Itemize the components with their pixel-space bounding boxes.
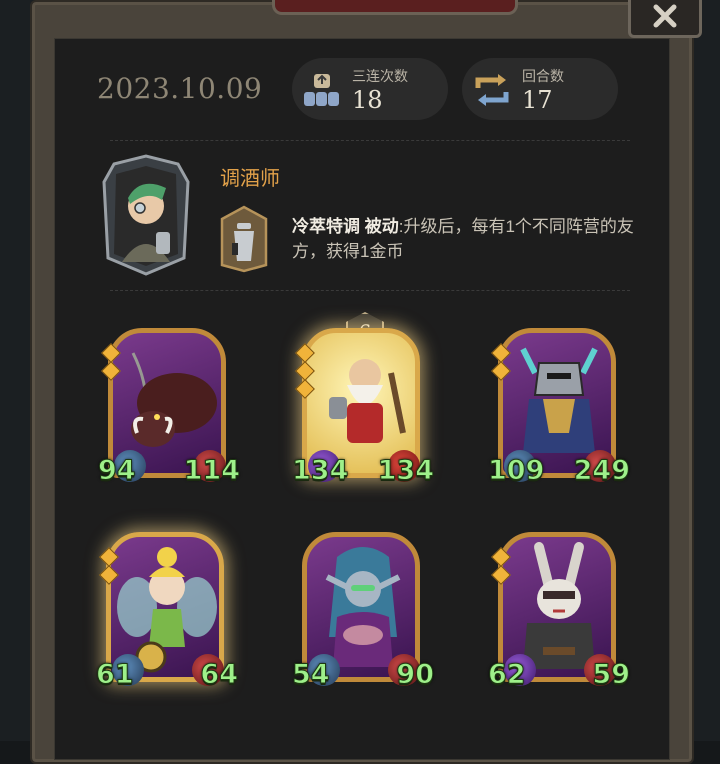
unit-stars bbox=[99, 547, 119, 586]
unit-card-knight[interactable]: 109 249 bbox=[487, 328, 631, 488]
unit-attack: 62 bbox=[488, 659, 527, 691]
triple-count-value: 18 bbox=[352, 86, 383, 114]
skill-type: 被动 bbox=[364, 217, 399, 236]
unit-health: 64 bbox=[200, 659, 239, 691]
close-icon bbox=[653, 4, 677, 28]
triple-stack-icon bbox=[304, 74, 339, 106]
turn-count-label: 回合数 bbox=[522, 68, 564, 84]
panel-top-tab bbox=[272, 0, 518, 15]
divider-top bbox=[110, 140, 630, 141]
unit-attack: 54 bbox=[292, 659, 331, 691]
unit-attack: 109 bbox=[487, 455, 545, 487]
unit-health: 134 bbox=[377, 455, 434, 487]
skill-description: 冷萃特调 被动:升级后，每有1个不同阵营的友方，获得1金币 bbox=[292, 214, 662, 264]
unit-card-dwarf[interactable]: 134 134 bbox=[291, 328, 435, 488]
unit-stars bbox=[491, 343, 511, 382]
hero-portrait bbox=[102, 154, 190, 276]
unit-card-boar[interactable]: 94 114 bbox=[98, 328, 241, 488]
triple-count-label: 三连次数 bbox=[352, 68, 408, 84]
unit-card-fairy[interactable]: 61 64 bbox=[96, 532, 238, 692]
unit-stars bbox=[101, 343, 121, 382]
unit-attack: 134 bbox=[291, 455, 349, 487]
background-left bbox=[0, 0, 34, 741]
hero-name: 调酒师 bbox=[220, 168, 280, 190]
unit-health: 249 bbox=[573, 455, 630, 487]
unit-attack: 94 bbox=[98, 455, 137, 487]
unit-stars bbox=[295, 343, 315, 400]
turn-count-stat: 回合数 17 bbox=[462, 58, 618, 120]
turn-cycle-icon bbox=[475, 74, 509, 106]
shaker-icon bbox=[220, 205, 268, 273]
unit-attack: 61 bbox=[96, 659, 135, 691]
divider-bottom bbox=[110, 290, 630, 291]
background-right bbox=[690, 0, 720, 741]
unit-health: 114 bbox=[183, 455, 240, 487]
unit-card-elf[interactable]: 54 90 bbox=[292, 532, 434, 692]
close-button[interactable] bbox=[628, 0, 702, 38]
triple-count-stat: 三连次数 18 bbox=[292, 58, 448, 120]
turn-count-value: 17 bbox=[522, 86, 553, 114]
record-date: 2023.10.09 bbox=[97, 72, 263, 105]
unit-health: 90 bbox=[396, 659, 435, 691]
unit-card-rabbit[interactable]: 62 59 bbox=[488, 532, 630, 692]
unit-health: 59 bbox=[592, 659, 631, 691]
skill-name: 冷萃特调 bbox=[292, 217, 360, 236]
unit-stars bbox=[491, 547, 511, 586]
